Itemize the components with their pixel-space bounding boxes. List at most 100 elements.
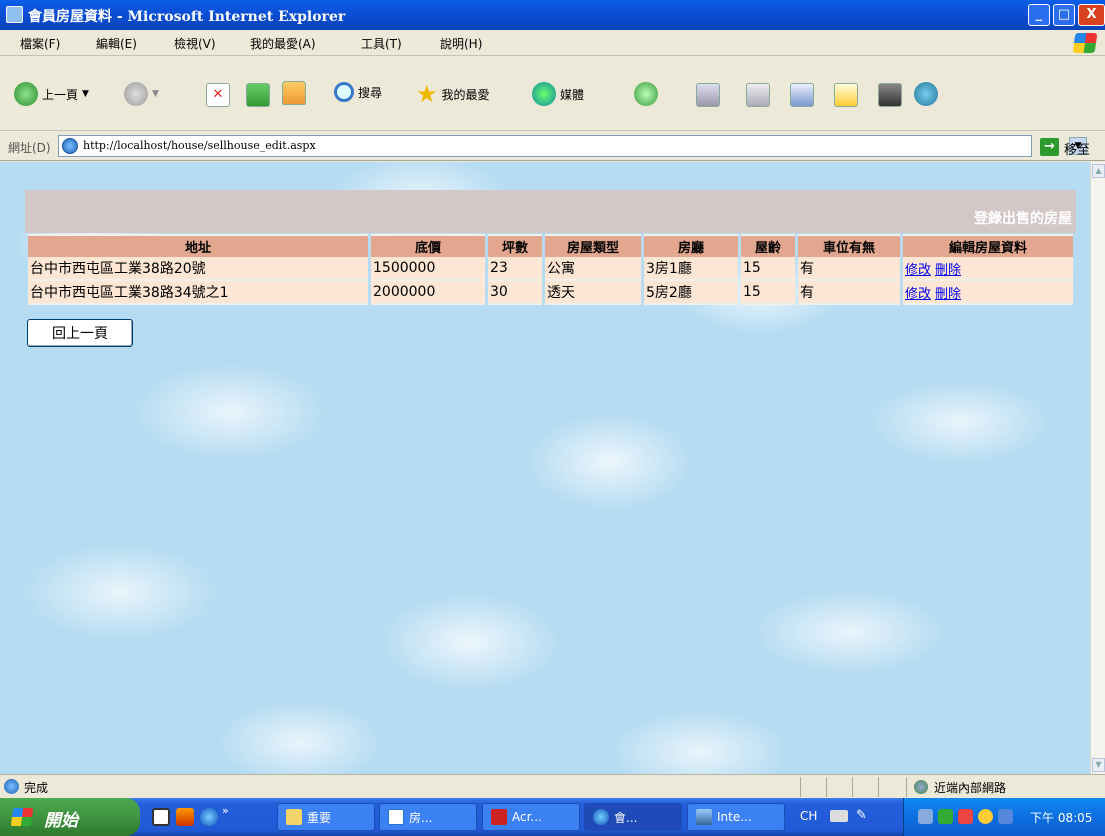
cell-address: 台中市西屯區工業38路34號之1	[28, 281, 368, 305]
status-divider	[826, 777, 827, 797]
delete-link[interactable]: 刪除	[935, 263, 961, 278]
back-page-button[interactable]: 回上一頁	[27, 319, 133, 347]
menu-favorites[interactable]: 我的最愛(A)	[250, 35, 316, 52]
edit-icon[interactable]	[790, 83, 814, 107]
status-divider	[800, 777, 801, 797]
mail-icon[interactable]	[696, 83, 720, 107]
menu-tools[interactable]: 工具(T)	[361, 35, 402, 52]
address-url[interactable]: http://localhost/house/sellhouse_edit.as…	[83, 139, 316, 152]
cell-rooms: 5房2廳	[644, 281, 738, 305]
task-label: 會...	[614, 810, 638, 825]
go-button[interactable]: 移至	[1064, 139, 1090, 158]
cell-price: 2000000	[371, 281, 485, 305]
media-button[interactable]: 媒體	[532, 82, 584, 106]
chevron-down-icon[interactable]: ▼	[82, 89, 89, 99]
volume-icon[interactable]	[978, 809, 993, 824]
edit-link[interactable]: 修改	[905, 263, 931, 278]
cell-actions: 修改 刪除	[903, 281, 1073, 305]
status-divider	[878, 777, 879, 797]
favorites-star-icon: ★	[416, 80, 438, 108]
start-button[interactable]: 開始	[0, 798, 140, 836]
tray-app-icon[interactable]	[998, 809, 1013, 824]
menu-file[interactable]: 檔案(F)	[20, 35, 60, 52]
user-icon[interactable]	[938, 809, 953, 824]
cell-parking: 有	[798, 257, 900, 281]
pen-icon[interactable]: ✎	[856, 808, 867, 823]
col-parking-header: 車位有無	[798, 234, 900, 257]
back-arrow-icon	[14, 82, 38, 106]
windows-logo-icon	[10, 808, 34, 826]
page-content: 登錄出售的房屋 地址 底價 坪數 房屋類型 房廳 屋齡 車位有無 編輯房屋資料 …	[0, 162, 1090, 774]
discuss-icon[interactable]	[834, 83, 858, 107]
network-icon[interactable]	[918, 809, 933, 824]
search-icon	[334, 82, 354, 102]
menu-bar: 檔案(F) 編輯(E) 檢視(V) 我的最愛(A) 工具(T) 說明(H)	[0, 30, 1105, 56]
cell-type: 透天	[545, 281, 641, 305]
stop-icon[interactable]: ✕	[206, 83, 230, 107]
taskbar-item-folder[interactable]: 重要	[277, 803, 375, 831]
go-arrow-icon[interactable]: →	[1040, 138, 1059, 156]
scroll-up-icon[interactable]: ▲	[1092, 164, 1105, 178]
messenger-icon[interactable]	[914, 82, 938, 106]
back-button[interactable]: 上一頁 ▼	[14, 82, 89, 106]
history-icon[interactable]	[634, 82, 658, 106]
clock[interactable]: 下午 08:05	[1030, 809, 1092, 826]
search-button[interactable]: 搜尋	[334, 82, 382, 102]
research-icon[interactable]	[878, 83, 902, 107]
language-indicator[interactable]: CH	[800, 809, 817, 823]
taskbar-item-internet[interactable]: Inte...	[687, 803, 785, 831]
col-rooms-header: 房廳	[644, 234, 738, 257]
print-icon[interactable]	[746, 83, 770, 107]
title-bar: 會員房屋資料 - Microsoft Internet Explorer _ □…	[0, 0, 1105, 30]
address-input[interactable]: http://localhost/house/sellhouse_edit.as…	[58, 135, 1087, 157]
menu-edit[interactable]: 編輯(E)	[96, 35, 137, 52]
chevron-expand-icon[interactable]: »	[222, 804, 229, 817]
cell-age: 15	[741, 281, 795, 305]
table-header-row: 地址 底價 坪數 房屋類型 房廳 屋齡 車位有無 編輯房屋資料	[28, 234, 1073, 257]
taskbar: 開始 » 重要 房... Acr... 會... Inte... CH ✎ 下午…	[0, 798, 1105, 836]
cell-parking: 有	[798, 281, 900, 305]
taskbar-item-ie-active[interactable]: 會...	[584, 803, 682, 831]
cell-rooms: 3房1廳	[644, 257, 738, 281]
menu-view[interactable]: 檢視(V)	[174, 35, 216, 52]
cell-age: 15	[741, 257, 795, 281]
taskbar-item-acrobat[interactable]: Acr...	[482, 803, 580, 831]
task-label: 房...	[409, 810, 433, 825]
show-desktop-icon[interactable]	[152, 808, 170, 826]
ie-app-icon[interactable]	[6, 6, 23, 23]
scroll-down-icon[interactable]: ▼	[1092, 758, 1105, 772]
start-label: 開始	[44, 811, 78, 831]
page-banner: 登錄出售的房屋	[25, 190, 1076, 233]
col-age-header: 屋齡	[741, 234, 795, 257]
media-icon	[532, 82, 556, 106]
windows-logo-icon	[1072, 33, 1098, 53]
favorites-button[interactable]: ★ 我的最愛	[416, 82, 490, 106]
quick-launch-icon[interactable]	[176, 808, 194, 826]
menu-help[interactable]: 說明(H)	[440, 35, 482, 52]
table-row: 台中市西屯區工業38路34號之1 2000000 30 透天 5房2廳 15 有…	[28, 281, 1073, 305]
ie-quick-launch-icon[interactable]	[200, 808, 218, 826]
keyboard-icon[interactable]	[830, 810, 848, 822]
taskbar-item-word[interactable]: 房...	[379, 803, 477, 831]
page-status-icon	[4, 779, 19, 794]
delete-link[interactable]: 刪除	[935, 287, 961, 302]
security-alert-icon[interactable]	[958, 809, 973, 824]
vertical-scrollbar[interactable]: ▲ ▼	[1090, 162, 1105, 774]
close-button[interactable]: X	[1078, 4, 1105, 26]
forward-button[interactable]: ▼	[124, 82, 159, 106]
document-icon	[388, 809, 404, 825]
status-bar: 完成 近端內部網路	[0, 774, 1105, 798]
forward-arrow-icon	[124, 82, 148, 106]
maximize-button[interactable]: □	[1053, 4, 1075, 26]
task-label: 重要	[307, 810, 332, 825]
chevron-down-icon[interactable]: ▼	[152, 89, 159, 99]
zone-text: 近端內部網路	[934, 781, 1007, 795]
banner-title: 登錄出售的房屋	[974, 211, 1072, 227]
edit-link[interactable]: 修改	[905, 287, 931, 302]
cell-actions: 修改 刪除	[903, 257, 1073, 281]
minimize-button[interactable]: _	[1028, 4, 1050, 26]
home-icon[interactable]	[282, 81, 306, 105]
refresh-icon[interactable]	[246, 83, 270, 107]
internet-icon	[696, 809, 712, 825]
folder-icon	[286, 809, 302, 825]
